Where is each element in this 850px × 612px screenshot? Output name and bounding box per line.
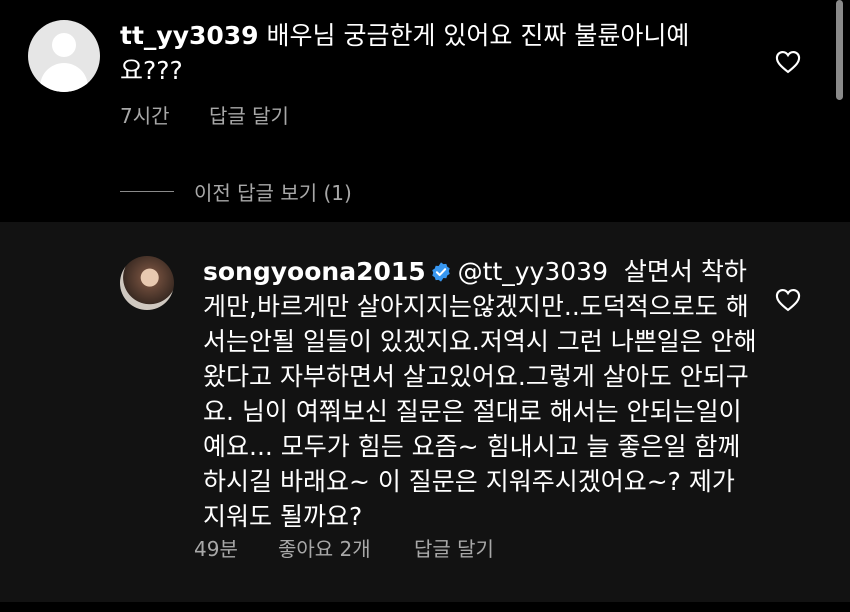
reply-username[interactable]: songyoona2015: [203, 257, 426, 286]
bottom-strip: [0, 602, 850, 612]
reply-body: songyoona2015 @tt_yy3039 살면서 착하게만,바르게만 살…: [203, 254, 763, 534]
reply-mention[interactable]: @tt_yy3039: [458, 257, 608, 286]
comment-username[interactable]: tt_yy3039: [120, 21, 259, 50]
heart-outline-icon[interactable]: [774, 48, 802, 76]
divider: [120, 191, 174, 192]
comment-body: tt_yy3039 배우님 궁금한게 있어요 진짜 불륜아니예요???: [120, 18, 740, 88]
verified-badge-icon: [431, 262, 450, 282]
reply-avatar[interactable]: [120, 256, 174, 310]
default-avatar-icon[interactable]: [28, 20, 100, 92]
reply-text: 살면서 착하게만,바르게만 살아지지는않겠지만..도덕적으로도 해서는안될 일들…: [203, 257, 757, 531]
reply-reply-button[interactable]: 답글 달기: [414, 533, 494, 562]
scrollbar[interactable]: [836, 0, 843, 100]
view-previous-replies-button[interactable]: 이전 답글 보기 (1): [194, 177, 352, 206]
reply-likes-count[interactable]: 좋아요 2개: [278, 533, 371, 562]
comment-reply-button[interactable]: 답글 달기: [209, 100, 289, 129]
comment-time: 7시간: [120, 104, 170, 128]
reply-time: 49분: [194, 537, 238, 561]
heart-outline-icon[interactable]: [774, 286, 802, 314]
